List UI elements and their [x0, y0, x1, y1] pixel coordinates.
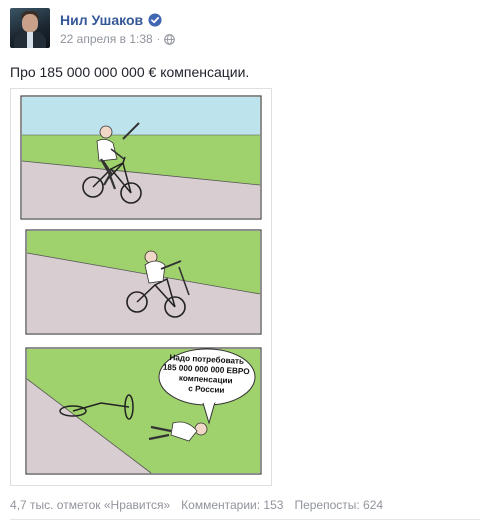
bike-meme-comic: Надо потребовать 185 000 000 000 ЕВРО ко…	[20, 95, 262, 475]
globe-icon[interactable]	[164, 33, 175, 45]
post-stats: 4,7 тыс. отметок «Нравится» Комментарии:…	[10, 498, 383, 512]
bubble-line-4: с России	[188, 384, 225, 395]
comic-panel-2	[25, 229, 262, 335]
author-row: Нил Ушаков	[60, 12, 162, 28]
shares-count[interactable]: Перепосты: 624	[294, 498, 383, 512]
verified-badge-icon	[148, 13, 162, 27]
divider	[10, 519, 480, 520]
comic-panel-1	[20, 95, 262, 220]
comic-panel-3: Надо потребовать 185 000 000 000 ЕВРО ко…	[25, 347, 262, 475]
post-meta: 22 апреля в 1:38 ·	[60, 32, 175, 46]
post-text: Про 185 000 000 000 € компенсации.	[10, 64, 250, 80]
author-name[interactable]: Нил Ушаков	[60, 12, 143, 28]
post-header: Нил Ушаков 22 апреля в 1:38 ·	[10, 8, 480, 52]
post-image[interactable]: Надо потребовать 185 000 000 000 ЕВРО ко…	[10, 88, 272, 486]
post-timestamp[interactable]: 22 апреля в 1:38	[60, 32, 153, 46]
separator-dot: ·	[156, 33, 161, 45]
likes-count[interactable]: 4,7 тыс. отметок «Нравится»	[10, 498, 170, 512]
avatar[interactable]	[10, 8, 50, 48]
comments-count[interactable]: Комментарии: 153	[181, 498, 283, 512]
